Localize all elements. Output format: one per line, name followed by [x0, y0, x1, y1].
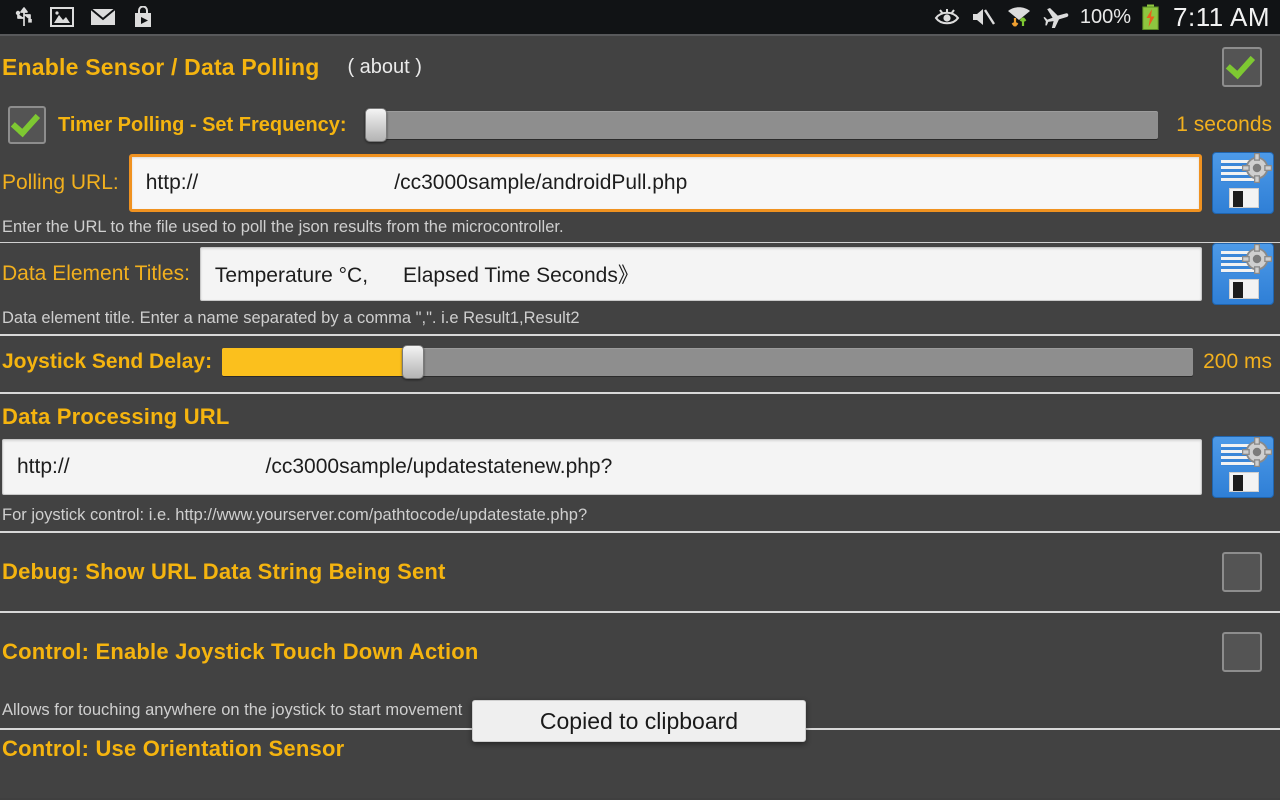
data-processing-url-row[interactable]: http:// /cc3000sample/updatestatenew.php…: [0, 430, 1280, 498]
polling-url-path: /cc3000sample/androidPull.php: [394, 171, 688, 194]
airplane-mode-icon: [1043, 6, 1069, 28]
battery-charging-icon: [1142, 4, 1159, 30]
timer-polling-value: 1 seconds: [1176, 113, 1272, 136]
status-bar-right-icons: 100% 7:11 AM: [934, 2, 1270, 33]
settings-screen: Enable Sensor / Data Polling ( about ) T…: [0, 36, 1280, 798]
timer-polling-checkbox[interactable]: [8, 106, 46, 144]
gear-icon: [1242, 153, 1272, 183]
polling-url-protocol: http://: [145, 171, 199, 194]
data-element-titles-label: Data Element Titles:: [2, 262, 190, 285]
enable-sensor-checkbox[interactable]: [1222, 47, 1262, 87]
joystick-delay-row[interactable]: Joystick Send Delay: 200 ms: [0, 336, 1280, 388]
data-processing-url-path: /cc3000sample/updatestatenew.php?: [265, 455, 613, 478]
polling-url-label: Polling URL:: [2, 171, 119, 194]
volume-muted-icon: [971, 7, 995, 27]
joystick-delay-slider[interactable]: [222, 345, 1194, 379]
timer-polling-row[interactable]: Timer Polling - Set Frequency: 1 seconds: [0, 98, 1280, 152]
data-processing-url-protocol: http://: [17, 455, 70, 478]
data-element-titles-value: Temperature °C, Elapsed Time Seconds》: [214, 264, 639, 287]
polling-url-hint: Enter the URL to the file used to poll t…: [2, 218, 564, 236]
debug-title: Debug: Show URL Data String Being Sent: [2, 559, 446, 584]
joystick-delay-slider-fill: [222, 348, 412, 376]
data-processing-url-hint: For joystick control: i.e. http://www.yo…: [2, 506, 588, 524]
data-element-titles-save-button[interactable]: [1212, 243, 1274, 305]
wifi-icon: [1006, 6, 1032, 28]
polling-url-save-button[interactable]: [1212, 152, 1274, 214]
battery-percent-label: 100%: [1079, 5, 1132, 28]
gear-icon: [1242, 437, 1272, 467]
toast-notification: Copied to clipboard: [472, 700, 806, 742]
enable-sensor-title: Enable Sensor / Data Polling: [2, 53, 320, 80]
play-store-icon: [132, 6, 154, 28]
data-processing-url-title: Data Processing URL: [2, 404, 230, 429]
joystick-touch-row[interactable]: Control: Enable Joystick Touch Down Acti…: [0, 613, 1280, 691]
orientation-title: Control: Use Orientation Sensor: [2, 736, 345, 760]
polling-url-input[interactable]: http:// /cc3000sample/androidPull.php: [128, 154, 1202, 212]
toast-message: Copied to clipboard: [539, 707, 739, 734]
status-bar[interactable]: 100% 7:11 AM: [0, 0, 1280, 36]
enable-sensor-row[interactable]: Enable Sensor / Data Polling ( about ): [0, 36, 1280, 98]
polling-url-row[interactable]: Polling URL: http:// /cc3000sample/andro…: [0, 152, 1280, 214]
joystick-delay-label: Joystick Send Delay:: [2, 350, 213, 373]
status-bar-left-icons: [14, 6, 154, 28]
email-icon: [90, 7, 116, 27]
timer-polling-slider-thumb: [364, 108, 387, 142]
data-element-titles-hint: Data element title. Enter a name separat…: [2, 309, 580, 327]
usb-icon: [14, 6, 34, 28]
clock-label: 7:11 AM: [1173, 1, 1270, 32]
about-link[interactable]: ( about ): [347, 56, 421, 79]
data-processing-url-input[interactable]: http:// /cc3000sample/updatestatenew.php…: [2, 439, 1202, 495]
screenshot-image-icon: [50, 6, 74, 28]
timer-polling-label: Timer Polling - Set Frequency:: [58, 113, 347, 136]
joystick-delay-slider-thumb: [401, 345, 424, 379]
debug-row[interactable]: Debug: Show URL Data String Being Sent: [0, 533, 1280, 611]
data-element-titles-input[interactable]: Temperature °C, Elapsed Time Seconds》: [199, 247, 1202, 301]
joystick-delay-value: 200 ms: [1203, 350, 1272, 373]
gear-icon: [1242, 244, 1272, 274]
data-processing-url-save-button[interactable]: [1212, 436, 1274, 498]
timer-polling-slider[interactable]: [364, 108, 1159, 142]
joystick-touch-title: Control: Enable Joystick Touch Down Acti…: [2, 639, 479, 664]
eye-icon: [934, 7, 960, 27]
joystick-touch-checkbox[interactable]: [1222, 632, 1262, 672]
data-element-titles-row[interactable]: Data Element Titles: Temperature °C, Ela…: [0, 243, 1280, 305]
debug-checkbox[interactable]: [1222, 552, 1262, 592]
